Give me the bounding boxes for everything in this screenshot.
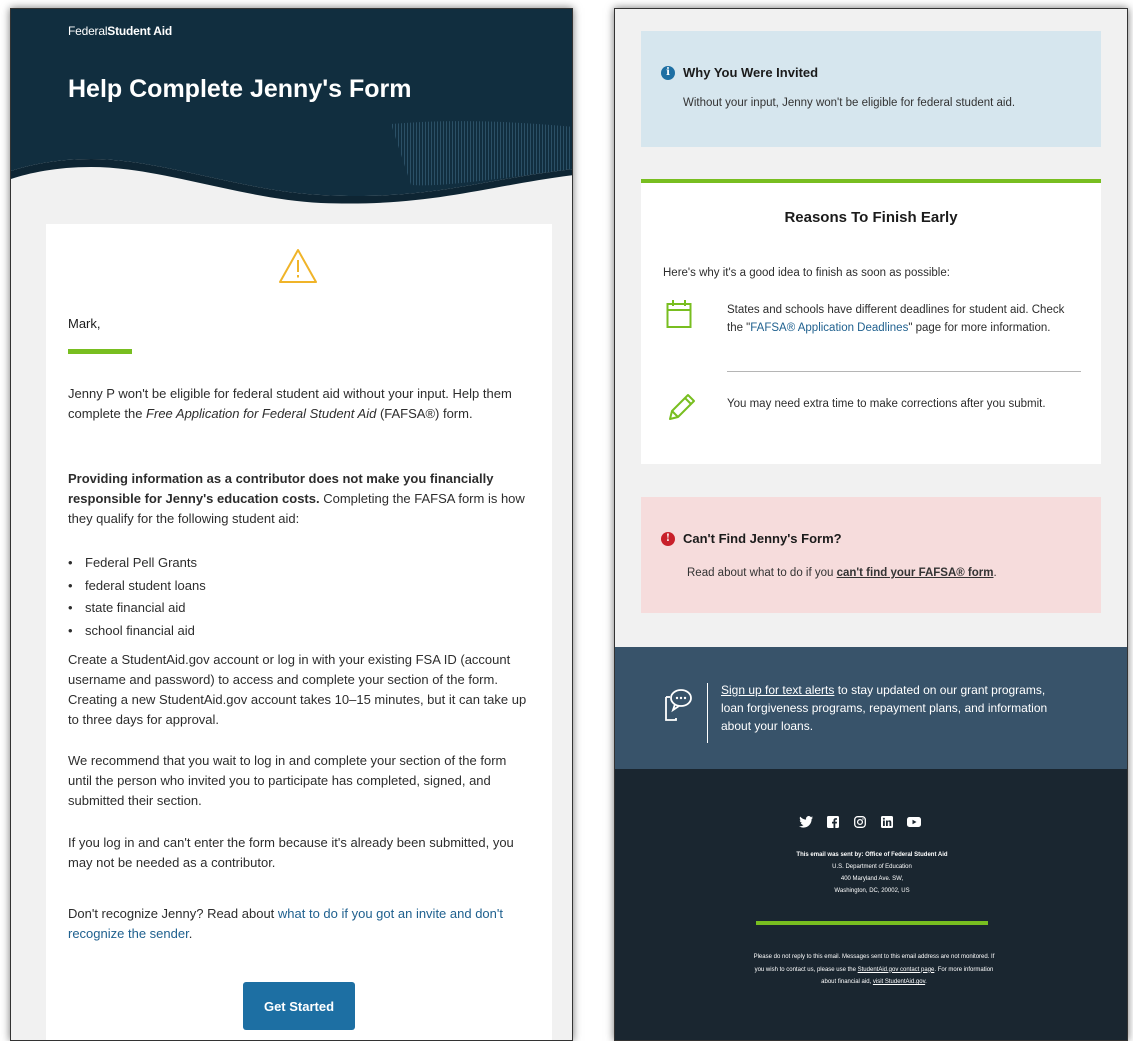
why-invited-box: i Why You Were Invited Without your inpu… — [641, 31, 1101, 147]
brand-logo: FederalStudent Aid — [68, 24, 172, 38]
contact-page-link[interactable]: StudentAid.gov contact page — [858, 967, 935, 973]
list-item: school financial aid — [68, 620, 206, 643]
footer-note-text-end: . — [925, 979, 927, 985]
why-invited-heading: i Why You Were Invited — [661, 65, 818, 80]
email-preview-left: FederalStudent Aid Help Complete Jenny's… — [10, 8, 573, 1041]
reasons-title: Reasons To Finish Early — [784, 209, 958, 226]
why-invited-text: Without your input, Jenny won't be eligi… — [683, 97, 1016, 109]
reasons-intro: Here's why it's a good idea to finish as… — [663, 267, 950, 279]
calendar-icon — [666, 299, 692, 334]
contributor-paragraph: Providing information as a contributor d… — [68, 469, 528, 529]
text-alerts-banner: Sign up for text alerts to stay updated … — [615, 647, 1127, 769]
instagram-icon[interactable] — [853, 815, 867, 829]
vertical-divider — [707, 683, 708, 743]
social-links — [799, 815, 921, 829]
cant-find-text-start: Read about what to do if you — [687, 567, 837, 579]
intro-text-end: (FAFSA®) form. — [376, 406, 473, 421]
text-alerts-link[interactable]: Sign up for text alerts — [721, 683, 834, 697]
header-wave-background — [11, 9, 572, 204]
email-header: FederalStudent Aid Help Complete Jenny's… — [11, 9, 572, 209]
recognize-paragraph: Don't recognize Jenny? Read about what t… — [68, 904, 528, 944]
text-alerts-message: Sign up for text alerts to stay updated … — [721, 681, 1061, 735]
footer-street: 400 Maryland Ave. SW, — [840, 876, 904, 882]
email-footer: This email was sent by: Office of Federa… — [615, 769, 1127, 1040]
footer-sent-by: This email was sent by: Office of Federa… — [796, 852, 948, 858]
fafsa-full-name: Free Application for Federal Student Aid — [146, 406, 377, 421]
info-icon: i — [661, 65, 675, 80]
email-body-card: Mark, Jenny P won't be eligible for fede… — [46, 224, 552, 1040]
footer-address: This email was sent by: Office of Federa… — [615, 849, 1127, 897]
wait-paragraph: We recommend that you wait to log in and… — [68, 753, 507, 808]
chat-phone-icon — [663, 687, 693, 728]
footer-green-divider — [756, 921, 988, 925]
footer-note: Please do not reply to this email. Messa… — [749, 951, 999, 989]
facebook-icon[interactable] — [826, 815, 840, 829]
cant-find-title: Can't Find Jenny's Form? — [683, 531, 842, 546]
footer-city: Washington, DC, 20002, US — [834, 888, 910, 894]
brand-student-aid: Student Aid — [107, 24, 172, 38]
get-started-button[interactable]: Get Started — [243, 982, 355, 1030]
reasons-section: Reasons To Finish Early Here's why it's … — [641, 179, 1101, 464]
reason-corrections: You may need extra time to make correcti… — [727, 398, 1046, 410]
email-title: Help Complete Jenny's Form — [68, 75, 412, 103]
why-invited-title: Why You Were Invited — [683, 65, 819, 80]
list-item: Federal Pell Grants — [68, 552, 206, 575]
warning-icon — [278, 248, 318, 289]
cant-find-heading: ! Can't Find Jenny's Form? — [661, 531, 842, 546]
cant-find-text: Read about what to do if you can't find … — [687, 567, 997, 579]
greeting: Mark, — [68, 316, 101, 331]
youtube-icon[interactable] — [907, 815, 921, 829]
linkedin-icon[interactable] — [880, 815, 894, 829]
aid-list: Federal Pell Grants federal student loan… — [68, 552, 206, 642]
twitter-icon[interactable] — [799, 815, 813, 829]
error-icon: ! — [661, 531, 675, 546]
submitted-paragraph: If you log in and can't enter the form b… — [68, 835, 514, 870]
reason-divider — [727, 371, 1081, 372]
account-paragraph: Create a StudentAid.gov account or log i… — [68, 652, 527, 727]
brand-federal: Federal — [68, 24, 108, 38]
intro-paragraph: Jenny P won't be eligible for federal st… — [68, 384, 528, 424]
visit-studentaid-link[interactable]: visit StudentAid.gov — [873, 979, 925, 985]
footer-department: U.S. Department of Education — [832, 864, 912, 870]
cant-find-form-link[interactable]: can't find your FAFSA® form — [837, 567, 994, 579]
cant-find-box: ! Can't Find Jenny's Form? Read about wh… — [641, 497, 1101, 613]
email-preview-right: i Why You Were Invited Without your inpu… — [614, 8, 1128, 1041]
recognize-text-end: . — [188, 926, 193, 941]
cant-find-text-end: . — [993, 567, 997, 579]
list-item: federal student loans — [68, 575, 206, 598]
reason-deadlines-text-end: " page for more information. — [908, 322, 1051, 334]
list-item: state financial aid — [68, 597, 206, 620]
recognize-text: Don't recognize Jenny? Read about — [68, 906, 278, 921]
pencil-icon — [664, 391, 698, 430]
reason-deadlines: States and schools have different deadli… — [727, 301, 1067, 337]
deadlines-link[interactable]: FAFSA® Application Deadlines — [750, 322, 908, 334]
green-divider — [68, 349, 132, 354]
